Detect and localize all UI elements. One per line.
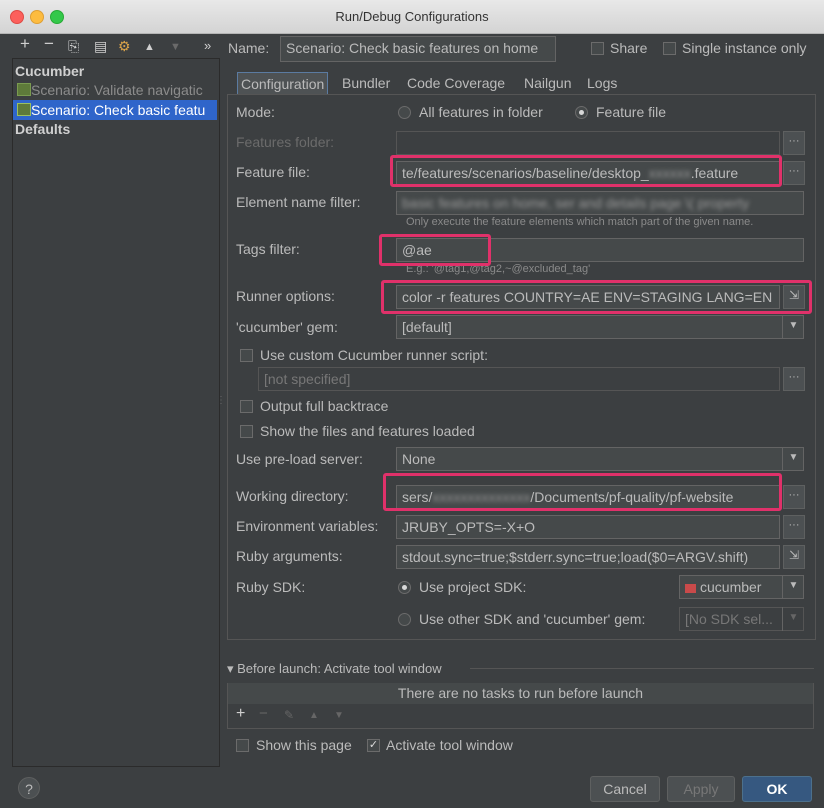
- highlight-runner-options: [381, 280, 812, 314]
- cancel-button[interactable]: Cancel: [590, 776, 660, 802]
- sdk-project-radio[interactable]: [398, 581, 411, 594]
- ok-button[interactable]: OK: [742, 776, 812, 802]
- title-bar: Run/Debug Configurations: [0, 0, 824, 34]
- backtrace-label: Output full backtrace: [260, 398, 389, 414]
- features-folder-label: Features folder:: [236, 134, 335, 150]
- tab-code-coverage[interactable]: Code Coverage: [404, 72, 508, 94]
- move-up-icon[interactable]: ▲: [144, 41, 155, 53]
- name-label: Name:: [228, 40, 270, 56]
- copy-icon[interactable]: ⎘: [68, 38, 79, 55]
- highlight-feature-file: [390, 155, 782, 187]
- custom-runner-label: Use custom Cucumber runner script:: [260, 347, 488, 363]
- chevron-down-icon[interactable]: ▼: [782, 447, 804, 471]
- tab-logs[interactable]: Logs: [584, 72, 620, 94]
- share-checkbox[interactable]: [591, 42, 604, 55]
- config-tree: Cucumber Scenario: Validate navigatic Sc…: [12, 58, 220, 767]
- element-filter-hint: Only execute the feature elements which …: [406, 216, 754, 228]
- ruby-sdk-label: Ruby SDK:: [236, 579, 306, 595]
- share-label: Share: [610, 40, 648, 56]
- save-icon[interactable]: ▤: [94, 38, 107, 55]
- activate-tool-label: Activate tool window: [386, 737, 513, 753]
- ruby-args-input[interactable]: stdout.sync=true;$stderr.sync=true;load(…: [396, 545, 780, 569]
- before-launch-empty: There are no tasks to run before launch: [228, 683, 813, 704]
- feature-file-browse-button[interactable]: ···: [783, 161, 805, 185]
- remove-icon[interactable]: −: [44, 34, 54, 54]
- edit-task-icon[interactable]: ✎: [284, 708, 294, 722]
- tree-item[interactable]: Scenario: Validate navigatic: [17, 82, 217, 98]
- show-page-checkbox[interactable]: [236, 739, 249, 752]
- working-directory-label: Working directory:: [236, 488, 349, 504]
- custom-runner-browse-button[interactable]: ···: [783, 367, 805, 391]
- element-filter-input[interactable]: basic features on home, ser and details …: [396, 191, 804, 215]
- tree-group-cucumber[interactable]: Cucumber: [15, 63, 84, 79]
- show-files-label: Show the files and features loaded: [260, 423, 475, 439]
- single-instance-label: Single instance only: [682, 40, 807, 56]
- move-down-icon[interactable]: ▼: [334, 710, 344, 721]
- before-launch-list: There are no tasks to run before launch …: [227, 683, 814, 729]
- tree-group-defaults[interactable]: Defaults: [15, 121, 70, 137]
- edit-defaults-icon[interactable]: ⚙: [118, 38, 131, 55]
- ruby-args-expand-button[interactable]: ⇲: [783, 545, 805, 569]
- splitter-handle[interactable]: ⋮: [216, 395, 226, 406]
- mode-file-radio[interactable]: [575, 106, 588, 119]
- tree-item-selected[interactable]: Scenario: Check basic featu: [13, 100, 217, 120]
- tab-bundler[interactable]: Bundler: [339, 72, 393, 94]
- ruby-args-label: Ruby arguments:: [236, 548, 343, 564]
- add-task-icon[interactable]: +: [236, 705, 245, 723]
- before-launch-divider: [470, 668, 814, 669]
- cucumber-icon: [17, 83, 31, 96]
- mode-file-label: Feature file: [596, 104, 667, 120]
- cucumber-icon: [17, 103, 31, 116]
- working-directory-browse-button[interactable]: ···: [783, 485, 805, 509]
- mode-all-label: All features in folder: [419, 104, 543, 120]
- element-filter-label: Element name filter:: [236, 194, 361, 210]
- move-up-icon[interactable]: ▲: [309, 710, 319, 721]
- move-down-icon[interactable]: ▼: [170, 41, 181, 53]
- preload-server-select[interactable]: None: [396, 447, 804, 471]
- sdk-project-label: Use project SDK:: [419, 579, 527, 595]
- custom-runner-checkbox[interactable]: [240, 349, 253, 362]
- sdk-other-label: Use other SDK and 'cucumber' gem:: [419, 611, 646, 627]
- env-vars-input[interactable]: JRUBY_OPTS=-X+O: [396, 515, 780, 539]
- chevron-down-icon: ▼: [782, 607, 804, 631]
- features-folder-input: [396, 131, 780, 155]
- env-vars-browse-button[interactable]: ···: [783, 515, 805, 539]
- tab-configuration[interactable]: Configuration: [237, 72, 329, 95]
- feature-file-label: Feature file:: [236, 164, 310, 180]
- add-icon[interactable]: +: [20, 34, 30, 54]
- mode-label: Mode:: [236, 104, 275, 120]
- custom-runner-input: [not specified]: [258, 367, 780, 391]
- apply-button[interactable]: Apply: [667, 776, 735, 802]
- runner-options-label: Runner options:: [236, 288, 335, 304]
- window-title: Run/Debug Configurations: [335, 9, 489, 24]
- highlight-tags: [379, 234, 491, 266]
- preload-server-label: Use pre-load server:: [236, 451, 363, 467]
- remove-task-icon[interactable]: −: [259, 705, 268, 722]
- features-folder-browse-button[interactable]: ···: [783, 131, 805, 155]
- activate-tool-checkbox[interactable]: ✓: [367, 739, 380, 752]
- single-instance-checkbox[interactable]: [663, 42, 676, 55]
- mode-all-radio[interactable]: [398, 106, 411, 119]
- ruby-sdk-icon: [685, 584, 696, 593]
- chevron-down-icon[interactable]: ▼: [782, 315, 804, 339]
- sdk-other-radio[interactable]: [398, 613, 411, 626]
- highlight-working-directory: [383, 473, 782, 511]
- backtrace-checkbox[interactable]: [240, 400, 253, 413]
- cucumber-gem-label: 'cucumber' gem:: [236, 319, 338, 335]
- chevron-down-icon[interactable]: ▼: [782, 575, 804, 599]
- show-files-checkbox[interactable]: [240, 425, 253, 438]
- cucumber-gem-select[interactable]: [default]: [396, 315, 804, 339]
- more-icon[interactable]: »: [204, 38, 211, 53]
- tags-label: Tags filter:: [236, 241, 300, 257]
- help-button[interactable]: ?: [18, 777, 40, 799]
- show-page-label: Show this page: [256, 737, 352, 753]
- env-vars-label: Environment variables:: [236, 518, 379, 534]
- tab-nailgun[interactable]: Nailgun: [521, 72, 574, 94]
- name-input[interactable]: Scenario: Check basic features on home: [280, 36, 556, 62]
- before-launch-header[interactable]: ▾ Before launch: Activate tool window: [227, 661, 442, 677]
